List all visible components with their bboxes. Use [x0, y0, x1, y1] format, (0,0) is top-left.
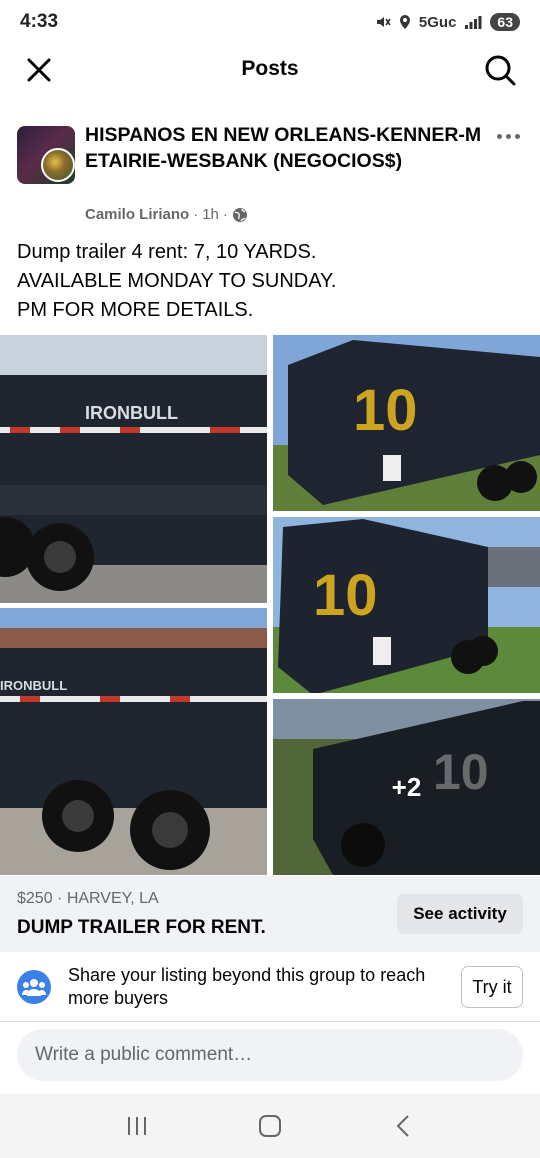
meta-separator: · — [222, 206, 228, 223]
more-options-button[interactable] — [493, 126, 523, 146]
share-listing-row: Share your listing beyond this group to … — [0, 952, 540, 1022]
brand-text: IRONBULL — [85, 403, 178, 423]
back-icon — [396, 1115, 410, 1137]
post-meta: Camilo Liriano · 1h · — [85, 206, 248, 223]
home-button[interactable] — [240, 1102, 300, 1150]
search-icon — [485, 55, 516, 86]
photo-grid: IRONBULL 10 10 IRONBULL 10 +2 — [0, 335, 540, 875]
comment-bar[interactable] — [17, 1029, 523, 1081]
post-text-line: AVAILABLE MONDAY TO SUNDAY. — [17, 270, 337, 292]
post-header: HISPANOS EN NEW ORLEANS-KENNER-METAIRIE-… — [17, 118, 523, 228]
see-activity-button[interactable]: See activity — [397, 894, 523, 934]
status-time: 4:33 — [20, 11, 59, 32]
photo-1[interactable]: IRONBULL — [0, 335, 267, 603]
listing-card[interactable]: $250 · HARVEY, LA DUMP TRAILER FOR RENT.… — [0, 876, 540, 952]
recent-apps-button[interactable] — [107, 1102, 167, 1150]
home-icon — [258, 1115, 281, 1137]
group-name[interactable]: HISPANOS EN NEW ORLEANS-KENNER-METAIRIE-… — [85, 122, 485, 174]
svg-text:10: 10 — [353, 378, 418, 443]
post-text-line: PM FOR MORE DETAILS. — [17, 299, 254, 321]
network-label: 5Guc — [418, 13, 457, 31]
post-body: Dump trailer 4 rent: 7, 10 YARDS. AVAILA… — [17, 238, 523, 325]
post-time[interactable]: 1h — [202, 206, 219, 223]
battery-indicator: 63 — [490, 13, 520, 31]
close-icon — [27, 58, 51, 82]
status-bar: 4:33 5Guc 63 — [0, 0, 540, 44]
brand-text: IRONBULL — [0, 678, 67, 693]
page-title: Posts — [241, 57, 299, 80]
signal-icon — [465, 16, 482, 29]
try-it-button[interactable]: Try it — [461, 966, 523, 1008]
author-name[interactable]: Camilo Liriano — [85, 206, 189, 223]
search-button[interactable] — [482, 52, 518, 88]
group-icon — [17, 970, 51, 1004]
close-button[interactable] — [21, 52, 57, 88]
listing-title: DUMP TRAILER FOR RENT. — [17, 917, 266, 938]
listing-price-location: $250 · HARVEY, LA — [17, 890, 159, 907]
more-icon — [496, 133, 502, 139]
svg-text:10: 10 — [313, 563, 378, 628]
photo-2[interactable]: 10 — [273, 335, 540, 511]
app-header: Posts — [0, 44, 540, 94]
system-nav-bar — [0, 1094, 540, 1158]
recent-apps-icon — [127, 1117, 146, 1135]
photo-4[interactable]: IRONBULL — [0, 608, 267, 875]
share-listing-text: Share your listing beyond this group to … — [68, 965, 426, 1008]
photo-3[interactable]: 10 — [273, 517, 540, 693]
status-icons: 5Guc 63 — [375, 13, 520, 31]
more-photos-overlay[interactable]: +2 — [273, 699, 540, 875]
back-button[interactable] — [373, 1102, 433, 1150]
comment-input[interactable] — [35, 1044, 495, 1066]
globe-icon — [232, 207, 247, 222]
location-icon — [399, 15, 410, 29]
mute-icon — [376, 17, 391, 27]
user-avatar[interactable] — [41, 148, 75, 182]
photo-5[interactable]: 10 +2 — [273, 699, 540, 875]
post-text-line: Dump trailer 4 rent: 7, 10 YARDS. — [17, 241, 317, 263]
meta-separator: · — [193, 206, 199, 223]
